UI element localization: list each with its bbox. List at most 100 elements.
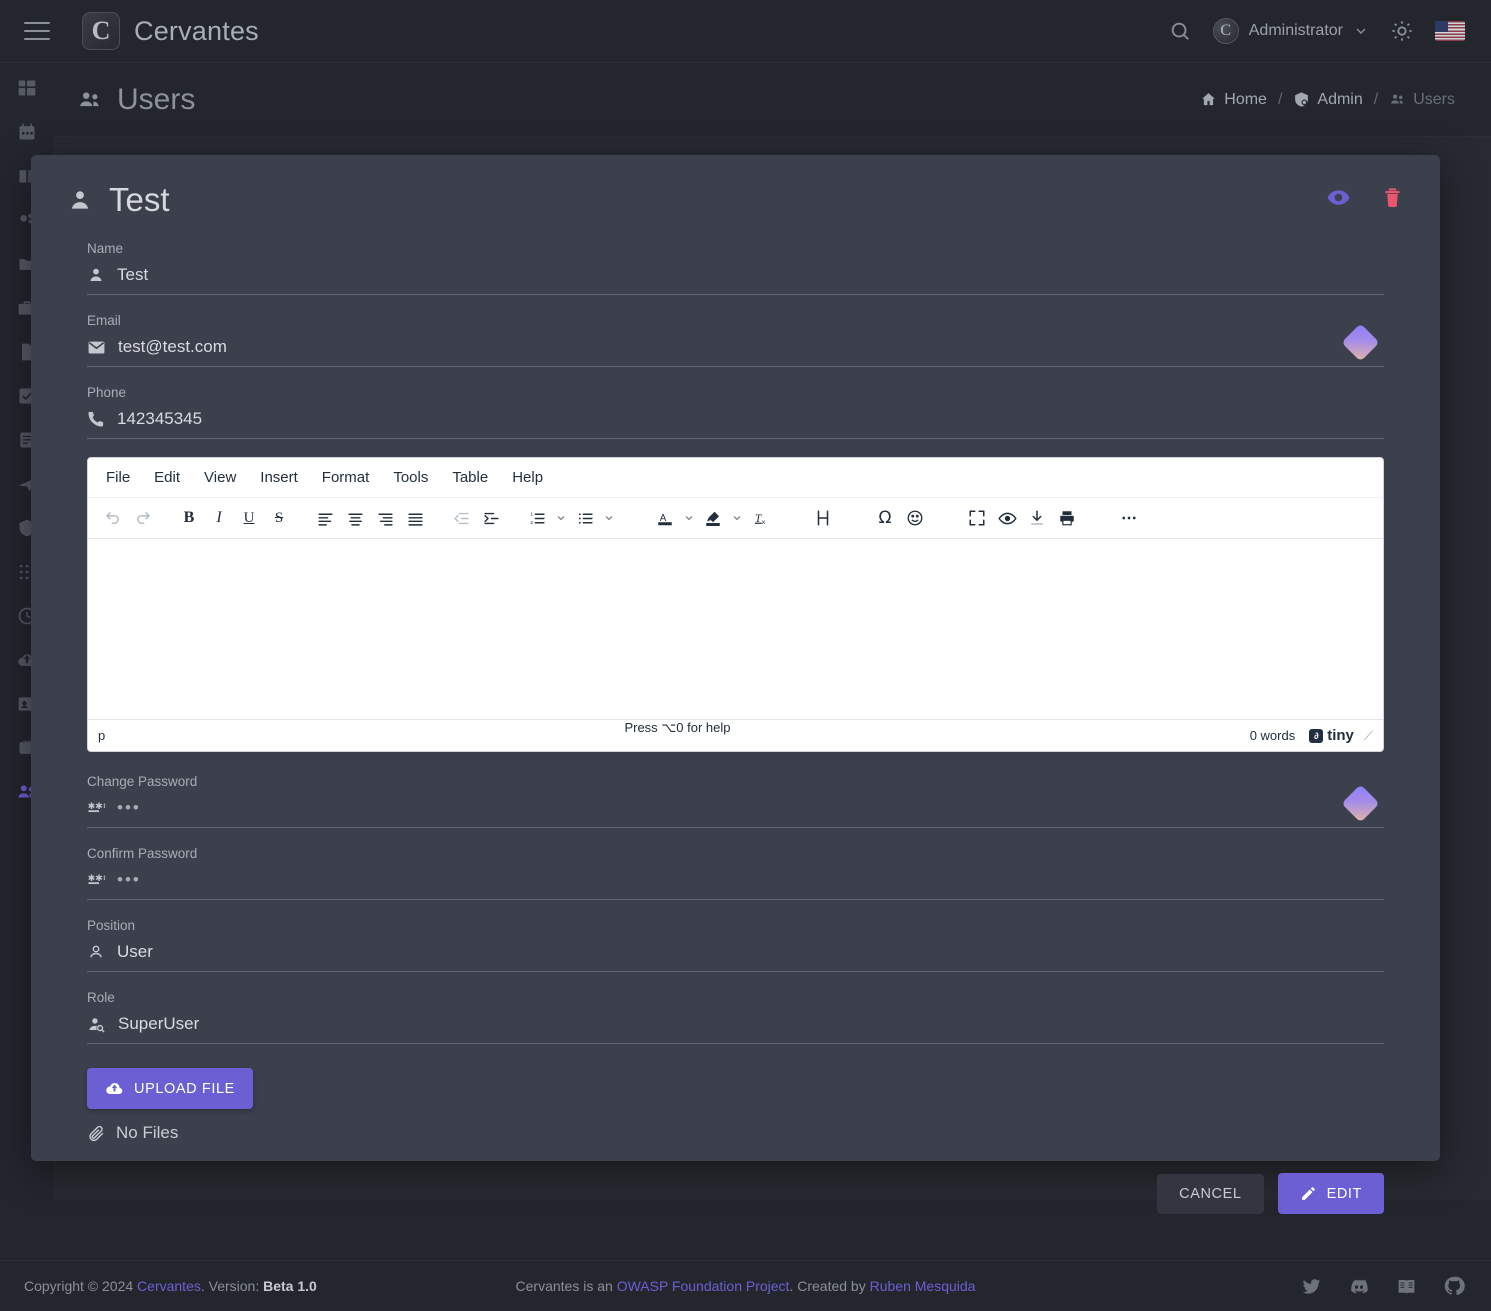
align-justify-icon[interactable] [400,503,430,533]
indent-icon[interactable] [476,503,506,533]
edit-button[interactable]: EDIT [1277,1173,1384,1214]
align-right-icon[interactable] [370,503,400,533]
user-menu[interactable]: C Administrator [1212,18,1369,44]
sidebar-item-dashboard[interactable] [12,73,42,103]
change-password-input[interactable]: ••• [117,798,1384,818]
editor-menu-help[interactable]: Help [502,464,553,491]
undo-icon[interactable] [98,503,128,533]
eye-icon[interactable] [1326,185,1351,215]
phone-input[interactable]: 142345345 [117,409,1384,429]
editor-menu-view[interactable]: View [194,464,246,491]
svg-text:1: 1 [530,511,533,517]
cancel-button[interactable]: CANCEL [1157,1173,1264,1214]
download-icon[interactable] [1022,503,1052,533]
svg-text:A: A [660,512,667,523]
twitter-icon[interactable] [1301,1276,1322,1297]
breadcrumb-separator: / [1277,90,1283,108]
user-name: Administrator [1248,22,1343,39]
unordered-list-icon[interactable] [570,503,600,533]
eye-preview-icon[interactable] [992,503,1022,533]
italic-icon[interactable]: I [204,503,234,533]
modal-header: Test [31,155,1440,219]
password-icon: ✱✱✱ [87,799,105,817]
outdent-icon[interactable] [446,503,476,533]
align-center-icon[interactable] [340,503,370,533]
chevron-down-icon[interactable] [552,503,570,533]
editor-resize-handle[interactable]: ⟋ [1364,728,1373,744]
footer-copyright: Copyright © 2024 Cervantes. Version: Bet… [24,1278,317,1294]
editor-menu-table[interactable]: Table [442,464,498,491]
hamburger-icon[interactable] [24,22,50,40]
redo-icon[interactable] [128,503,158,533]
editor-menu-insert[interactable]: Insert [250,464,308,491]
editor-element-path[interactable]: p [98,728,105,743]
editor-menu-file[interactable]: File [96,464,140,491]
remove-format-icon[interactable]: Tx [746,503,776,533]
tinymce-branding[interactable]: ∂ tiny [1309,727,1354,744]
chevron-down-icon[interactable] [728,503,746,533]
chevron-down-icon[interactable] [680,503,698,533]
svg-text:2: 2 [530,520,533,526]
editor-menu-format[interactable]: Format [312,464,380,491]
modal-body: Name Test Email test@test.com Phone 1423… [31,219,1440,1143]
chevron-down-icon[interactable] [600,503,618,533]
email-input[interactable]: test@test.com [118,337,1384,357]
editor-word-count[interactable]: 0 words [1250,728,1296,743]
tiny-brand-text: tiny [1327,727,1354,744]
smiley-icon[interactable] [900,503,930,533]
email-icon [87,338,106,357]
print-icon[interactable] [1052,503,1082,533]
github-icon[interactable] [1443,1275,1465,1297]
search-icon[interactable] [1169,20,1191,42]
users-icon [77,87,103,113]
page-break-icon[interactable] [808,503,838,533]
name-input[interactable]: Test [117,265,1384,285]
phone-icon [87,410,105,428]
bold-icon[interactable]: B [174,503,204,533]
underline-icon[interactable]: U [234,503,264,533]
field-label: Name [87,241,124,256]
breadcrumb-item-users: Users [1389,91,1455,109]
field-role: Role SuperUser [87,990,1384,1044]
tiny-logo-icon: ∂ [1309,728,1324,743]
sun-icon[interactable] [1391,20,1413,42]
highlight-color-icon[interactable] [698,503,728,533]
cervantes-link[interactable]: Cervantes [137,1278,201,1294]
role-select[interactable]: SuperUser [118,1014,1384,1034]
editor-content-area[interactable] [88,539,1383,719]
fullscreen-icon[interactable] [962,503,992,533]
us-flag-icon[interactable] [1435,21,1465,41]
omega-icon[interactable]: Ω [870,503,900,533]
position-select[interactable]: User [117,942,1384,962]
field-label: Phone [87,385,127,400]
editor-menu-tools[interactable]: Tools [383,464,438,491]
pencil-icon [1300,1185,1317,1202]
breadcrumb: Home / Admin / Users [1200,91,1455,109]
upload-file-button[interactable]: UPLOAD FILE [87,1068,253,1109]
breadcrumb-label: Admin [1317,90,1363,108]
editor-menubar: File Edit View Insert Format Tools Table… [88,458,1383,498]
breadcrumb-item-home[interactable]: Home [1200,91,1267,109]
ordered-list-icon[interactable]: 12 [522,503,552,533]
field-confirm-password: Confirm Password ✱✱✱ ••• [87,846,1384,900]
editor-help-text: Press ⌥0 for help [624,720,731,735]
breadcrumb-label: Home [1224,90,1267,108]
sidebar-item-calendar[interactable] [12,117,42,147]
docs-book-icon[interactable] [1396,1276,1417,1297]
author-link[interactable]: Ruben Mesquida [870,1278,976,1294]
editor-menu-edit[interactable]: Edit [144,464,190,491]
confirm-password-input[interactable]: ••• [117,870,1384,890]
cloud-upload-icon [105,1079,124,1098]
brand[interactable]: C Cervantes [82,12,259,50]
person-icon [67,187,93,213]
text-color-icon[interactable]: A [650,503,680,533]
discord-icon[interactable] [1348,1275,1370,1297]
breadcrumb-item-admin[interactable]: Admin [1293,90,1363,109]
align-left-icon[interactable] [310,503,340,533]
ellipsis-icon[interactable] [1114,503,1144,533]
cervantes-logo-icon: C [82,12,120,50]
chevron-down-icon[interactable] [1353,23,1369,39]
owasp-link[interactable]: OWASP Foundation Project [617,1278,790,1294]
trash-icon[interactable] [1381,186,1404,214]
strikethrough-icon[interactable]: S [264,503,294,533]
